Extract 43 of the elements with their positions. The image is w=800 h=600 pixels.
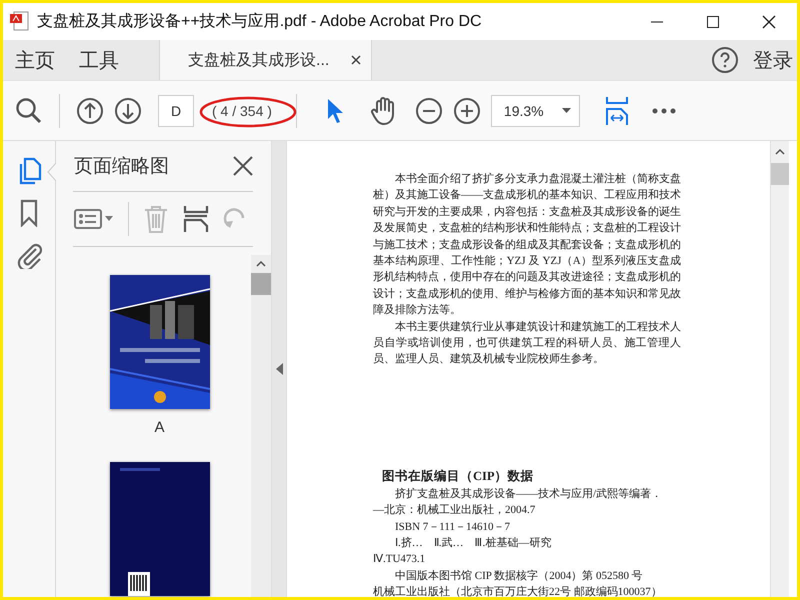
zoom-dropdown[interactable]: 19.3% — [490, 94, 580, 126]
collapse-icon[interactable] — [276, 363, 282, 375]
caret-icon — [562, 108, 571, 113]
cip-heading: 图书在版编目（CIP）数据 — [382, 468, 535, 484]
maximize-icon[interactable] — [706, 14, 720, 28]
insert-page-icon[interactable] — [183, 204, 209, 234]
page-count: ( 4 / 354 ) — [212, 102, 272, 118]
cip-line: —北京：机械工业出版社，2004.7 — [373, 504, 536, 516]
cip-line: Ⅰ.挤… Ⅱ.武… Ⅲ.桩基础—研究 — [395, 537, 552, 550]
more-icon[interactable] — [652, 108, 676, 114]
sign-in-link[interactable]: 登录 — [753, 46, 793, 74]
close-icon[interactable] — [233, 156, 253, 176]
zoom-in-icon[interactable] — [452, 96, 481, 124]
scrollbar-thumb[interactable] — [771, 163, 789, 185]
document-tab[interactable]: 支盘桩及其成形设... — [159, 40, 372, 80]
panel-title: 页面缩略图 — [74, 155, 169, 179]
nav-tab[interactable]: 工具 — [67, 40, 131, 80]
cip-line: 中国版本图书馆 CIP 数据核字（2004）第 052580 号 — [395, 570, 643, 582]
scrollbar-thumb[interactable] — [251, 273, 271, 295]
cip-line: 挤扩支盘桩及其成形设备——技术与应用/武熙等编著． — [395, 488, 662, 500]
body-paragraph: 本书全面介绍了挤扩多分支承力盘混凝土灌注桩（简称支盘桩）及其施工设备——支盘成形机的基本知识、工程应用和技术研究与开发的主要成果，内容包括：支盘桩及其成形设备的诞生及发展简史，支盘桩的结构形状和性能特点；支盘桩的工程设计与施工技术；支盘成形设备的组成及其配套设备；支盘成形机的基本结构原理、工作性能；YZJ 及 YZJ（A）型系列液压支盘成形机结构特点，使用中存在的问题及其改进途径；支盘成形机的设计；支盘成形机的使用、维护与检修方面的基本知识和常见故障及排除方法等。 — [373, 172, 681, 318]
scroll-up-icon[interactable] — [256, 261, 266, 267]
window-title: 支盘桩及其成形设备++技术与应用.pdf - Adobe Acrobat Pro DC — [37, 12, 482, 32]
options-icon[interactable] — [74, 208, 114, 230]
hand-tool-icon[interactable] — [368, 96, 397, 126]
paperclip-icon[interactable] — [16, 241, 42, 269]
page-up-icon[interactable] — [76, 96, 104, 124]
close-icon[interactable] — [351, 55, 362, 65]
fit-page-icon[interactable] — [604, 94, 630, 126]
cip-line: ISBN 7－111－14610－7 — [395, 520, 510, 533]
search-icon[interactable] — [15, 96, 43, 124]
page-label: A — [154, 419, 164, 436]
cip-line: 机械工业出版社（北京市百万庄大街22号 邮政编码100037） — [373, 586, 662, 597]
scroll-up-icon[interactable] — [775, 149, 785, 155]
page-number-field[interactable]: D — [158, 94, 194, 126]
cip-line: Ⅳ.TU473.1 — [373, 553, 426, 566]
zoom-out-icon[interactable] — [414, 96, 443, 124]
page-down-icon[interactable] — [114, 96, 142, 124]
close-icon[interactable] — [762, 14, 776, 28]
nav-tab[interactable]: 主页 — [3, 40, 67, 80]
bookmark-icon[interactable] — [19, 199, 39, 227]
help-icon[interactable] — [711, 46, 739, 74]
body-paragraph: 本书主要供建筑行业从事建筑设计和建筑施工的工程技术人员自学或培训使用，也可供建筑工程的科研人员、施工管理人员、监理人员、建筑及机械专业院校师生参考。 — [373, 320, 681, 368]
